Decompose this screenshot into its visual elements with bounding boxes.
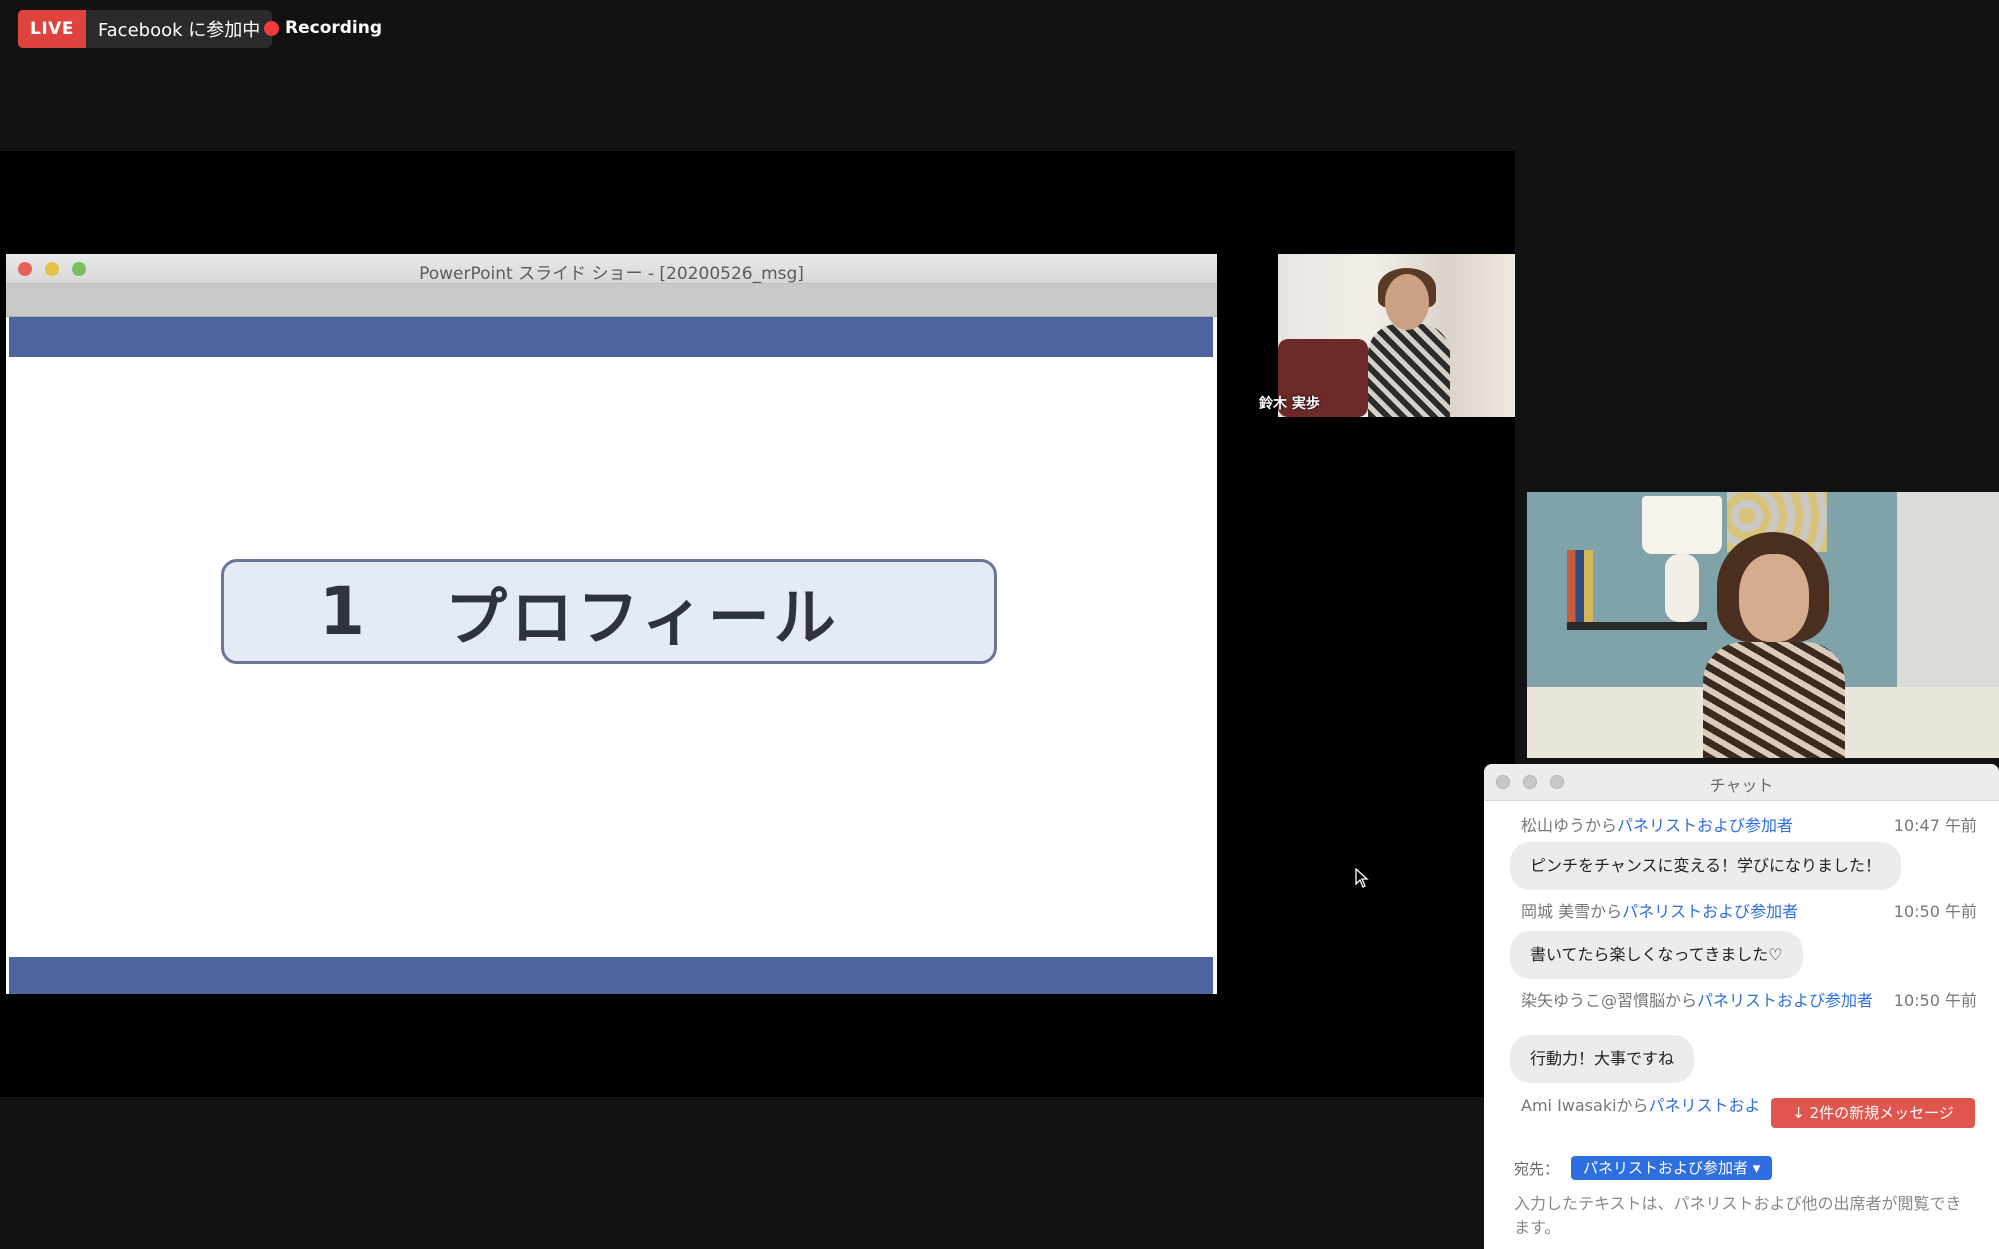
recipient-label: 宛先： [1514,1159,1560,1178]
slide-header-band [9,317,1213,357]
recording-indicator[interactable]: Recording [264,18,382,38]
message-recipient: パネリストおよ [1648,1096,1761,1115]
chat-input-placeholder[interactable]: 入力したテキストは、パネリストおよび他の出席者が閲覧できます。 [1514,1192,1969,1240]
message-sender: 松山ゆうから [1521,816,1618,835]
message-time: 10:50 午前 [1893,902,1977,921]
mouse-cursor-icon [1355,868,1369,888]
recipient-row: 宛先： パネリストおよび参加者 ▾ [1514,1156,1773,1180]
chat-panel: チャット 松山ゆうからパネリストおよび参加者 10:47 午前 ピンチをチャンス… [1484,764,1999,1249]
message-sender: 染矢ゆうこ@習慣脳から [1521,991,1698,1010]
chat-message-bubble: 書いてたら楽しくなってきました♡ [1510,931,1803,979]
message-time: 10:47 午前 [1893,816,1977,835]
message-time: 10:50 午前 [1893,991,1977,1010]
powerpoint-window: PowerPoint スライド ショー - [20200526_msg] 1 プ… [6,254,1217,994]
chat-message-bubble: ピンチをチャンスに変える！学びになりました！ [1510,842,1902,890]
chat-title: チャット [1709,776,1774,795]
ppt-window-title: PowerPoint スライド ショー - [20200526_msg] [419,264,804,284]
chat-titlebar: チャット [1484,764,1999,801]
slide-footer-band [9,957,1213,994]
recording-label: Recording [285,18,383,38]
message-sender: Ami Iwasakiから [1521,1096,1649,1115]
chat-message-header: 松山ゆうからパネリストおよび参加者 10:47 午前 [1521,816,1977,836]
slide-title: プロフィール [444,580,840,654]
ppt-toolbar [6,284,1217,317]
ppt-titlebar: PowerPoint スライド ショー - [20200526_msg] [6,254,1217,284]
chat-message-header: 染矢ゆうこ@習慣脳からパネリストおよび参加者 [1521,991,1874,1011]
message-recipient: パネリストおよび参加者 [1617,816,1794,835]
slide: 1 プロフィール [9,317,1213,994]
speaker-video-large[interactable] [1527,492,1999,758]
live-platform-label: Facebook に参加中 [97,20,261,41]
live-indicator[interactable]: LIVE Facebook に参加中 [18,10,273,48]
message-recipient: パネリストおよび参加者 [1622,902,1799,921]
message-sender: 岡城 美雪から [1521,902,1623,921]
slide-section-number: 1 [319,573,365,650]
chat-message-bubble: 行動力！大事ですね [1510,1035,1695,1083]
live-badge: LIVE [18,10,86,48]
speaker-name-label: 鈴木 実歩 [1259,396,1320,412]
new-messages-button[interactable]: ↓ 2件の新規メッセージ [1771,1098,1975,1128]
chat-message-header: 岡城 美雪からパネリストおよび参加者 10:50 午前 [1521,902,1977,922]
recipient-dropdown[interactable]: パネリストおよび参加者 ▾ [1571,1156,1773,1180]
record-icon [264,20,279,36]
message-recipient: パネリストおよび参加者 [1697,991,1874,1010]
slide-title-box: 1 プロフィール [221,559,997,664]
